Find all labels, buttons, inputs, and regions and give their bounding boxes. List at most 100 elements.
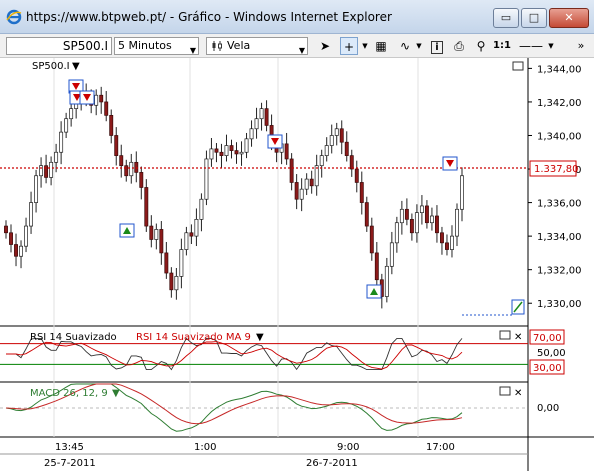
line-style-dropdown[interactable]: ▼ (546, 37, 556, 55)
candle (324, 145, 329, 156)
candle (455, 208, 459, 237)
candle (29, 202, 34, 227)
candle (445, 242, 449, 250)
panel-maximize-icon[interactable] (512, 61, 524, 71)
print-button[interactable]: ⎙ (450, 37, 468, 55)
candle (299, 188, 304, 200)
candle (129, 161, 134, 177)
candle (354, 168, 359, 183)
sell-signal-marker[interactable] (79, 90, 95, 105)
chevron-down-icon: ▼ (298, 46, 305, 55)
maximize-button[interactable]: □ (521, 8, 547, 28)
price-chart[interactable]: 1,344,001,342,001,340,001,338,001,336,00… (0, 58, 594, 471)
price-tick-label: 1,344,00 (537, 64, 582, 75)
price-tick-label: 1,340,00 (537, 131, 582, 142)
candle (244, 138, 249, 153)
candle (194, 219, 199, 237)
chevron-right-icon: » (577, 39, 585, 52)
pointer-tool-button[interactable]: ➤ (316, 37, 334, 55)
indicators-button[interactable]: ∿ (396, 37, 414, 55)
info-button[interactable]: i (428, 37, 446, 55)
candle (289, 158, 294, 183)
candle (419, 205, 424, 213)
candle (394, 222, 399, 244)
candle (309, 178, 314, 187)
close-button[interactable]: ✕ (549, 8, 589, 28)
candle (99, 94, 104, 103)
candle (204, 158, 209, 200)
crosshair-dropdown[interactable]: ▼ (360, 37, 370, 55)
window-title-bar: https://www.btpweb.pt/ - Gráfico - Windo… (0, 0, 594, 34)
buy-signal-marker[interactable] (119, 223, 135, 238)
rsi-close-icon[interactable]: ✕ (514, 332, 522, 343)
time-label: 13:45 (55, 442, 84, 453)
candle (414, 212, 419, 234)
candle (174, 276, 179, 291)
candle (440, 232, 444, 244)
candle (154, 229, 159, 240)
macd-menu-icon[interactable]: ▼ (112, 388, 120, 399)
drawing-tools-button[interactable]: ▦ (372, 37, 390, 55)
candle (349, 155, 354, 170)
candle (249, 128, 254, 140)
zoom-reset-button[interactable]: 1:1 (492, 37, 512, 55)
magnifier-icon: ⚲ (476, 39, 486, 53)
symbol-input[interactable]: SP500.I (6, 37, 112, 55)
candle (119, 155, 124, 167)
rsi-maximize-icon[interactable] (499, 330, 511, 340)
rsi-50-value: 50,00 (537, 348, 566, 359)
chart-style-select[interactable]: Vela ▼ (206, 37, 308, 55)
drawing-grid-icon: ▦ (375, 39, 387, 53)
candle (169, 272, 174, 291)
candle (64, 118, 69, 133)
sell-signal-marker[interactable] (442, 156, 458, 171)
last-price-value: 1.337,80 (534, 164, 579, 175)
zoom-button[interactable]: ⚲ (472, 37, 490, 55)
candle (24, 225, 28, 247)
candle (409, 219, 414, 234)
chart-area[interactable]: 1,344,001,342,001,340,001,338,001,336,00… (0, 58, 594, 471)
buy-signal-marker[interactable] (366, 284, 382, 299)
candle (104, 101, 109, 116)
macd-close-icon[interactable]: ✕ (514, 388, 522, 399)
candle (424, 205, 429, 224)
macd-maximize-icon[interactable] (499, 386, 511, 396)
candle (304, 178, 309, 190)
line-style-button[interactable]: —— (516, 37, 546, 55)
interval-select[interactable]: 5 Minutos ▼ (114, 37, 199, 55)
rsi-30-value: 30,00 (533, 363, 562, 374)
print-icon: ⎙ (454, 39, 464, 53)
date-label: 26-7-2011 (306, 458, 358, 469)
rsi-menu-icon[interactable]: ▼ (256, 332, 264, 343)
candle (159, 229, 164, 254)
info-icon: i (431, 41, 443, 54)
candle (284, 143, 289, 160)
candle (229, 145, 234, 151)
toolbar-overflow-button[interactable]: » (574, 37, 588, 55)
candle (54, 151, 59, 163)
candle (259, 108, 264, 120)
candle (184, 232, 189, 250)
indicators-dropdown[interactable]: ▼ (414, 37, 424, 55)
close-icon: ✕ (564, 11, 574, 24)
candle (134, 161, 139, 173)
candle (359, 182, 364, 203)
candle (4, 225, 8, 234)
crosshair-tool-button[interactable]: + (340, 37, 358, 55)
cursor-arrow-icon: ➤ (319, 39, 331, 53)
minimize-button[interactable]: ▭ (493, 8, 519, 28)
symbol-menu-icon[interactable]: ▼ (72, 61, 80, 72)
sell-signal-marker[interactable] (267, 134, 283, 149)
wave-icon: ∿ (399, 39, 411, 53)
candle (334, 128, 339, 136)
internet-explorer-icon (6, 9, 22, 25)
candle (399, 208, 404, 224)
macd-label: MACD 26, 12, 9 (30, 388, 108, 399)
candle (264, 108, 269, 126)
candle (369, 225, 374, 254)
candle (164, 252, 169, 274)
candlestick-icon (212, 41, 222, 51)
minimize-icon: ▭ (500, 11, 512, 24)
rsi-label: RSI 14 Suavizado (30, 332, 117, 343)
interval-select-value: 5 Minutos (118, 39, 172, 52)
